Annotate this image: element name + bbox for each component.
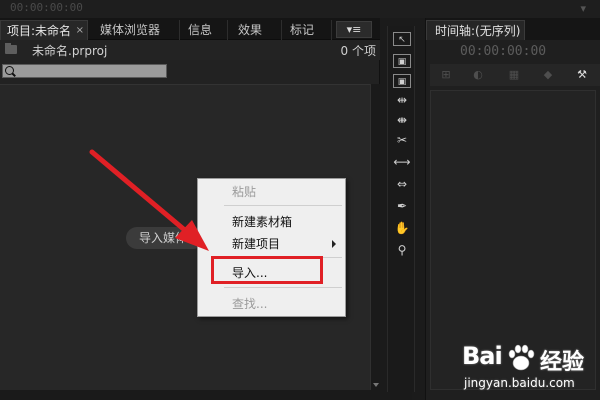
tools-bottom-bar bbox=[390, 392, 412, 400]
jingyan-brand-text: 经验 bbox=[540, 350, 585, 375]
tab-timeline[interactable]: 时间轴:(无序列) bbox=[426, 20, 526, 40]
baidu-jingyan-watermark: Bai 经验 jingyan.baidu.com bbox=[462, 338, 598, 394]
zoom-tool-icon[interactable]: ⚲ bbox=[393, 242, 411, 259]
slide-tool-icon[interactable]: ⇔ bbox=[393, 176, 411, 193]
selection-tool-icon[interactable]: ↖ bbox=[393, 32, 411, 46]
timeline-toolbar: ⊞ ◐ ▦ ◆ ⚒ bbox=[430, 64, 600, 86]
baidu-logo-text: Bai bbox=[462, 342, 503, 370]
pen-tool-icon[interactable]: ✒ bbox=[393, 198, 411, 215]
razor-tool-icon[interactable]: ✂ bbox=[393, 132, 411, 149]
wrench-icon[interactable]: ⚒ bbox=[574, 67, 590, 83]
hand-tool-icon[interactable]: ✋ bbox=[393, 220, 411, 237]
watermark-url: jingyan.baidu.com bbox=[464, 376, 575, 390]
snap-icon[interactable]: ⊞ bbox=[438, 67, 454, 83]
rolling-edit-tool-icon[interactable]: ⇹ bbox=[393, 92, 411, 109]
tab-timeline-label: 时间轴:(无序列) bbox=[435, 24, 521, 38]
timeline-timecode[interactable]: 00:00:00:00 bbox=[460, 44, 546, 59]
add-marker-icon[interactable]: ▦ bbox=[506, 67, 522, 83]
marker-icon[interactable]: ◆ bbox=[540, 67, 556, 83]
ripple-edit-tool-icon[interactable]: ▣ bbox=[393, 74, 411, 88]
linked-selection-icon[interactable]: ◐ bbox=[470, 67, 486, 83]
timeline-tab-bar: 时间轴:(无序列) bbox=[426, 18, 600, 40]
track-select-tool-icon[interactable]: ▣ bbox=[393, 54, 411, 68]
slip-tool-icon[interactable]: ⟷ bbox=[393, 154, 411, 171]
tools-panel: ↖ ▣ ▣ ⇹ ⇼ ✂ ⟷ ⇔ ✒ ✋ ⚲ bbox=[387, 26, 415, 392]
paw-icon bbox=[508, 344, 535, 371]
rate-stretch-tool-icon[interactable]: ⇼ bbox=[393, 112, 411, 129]
